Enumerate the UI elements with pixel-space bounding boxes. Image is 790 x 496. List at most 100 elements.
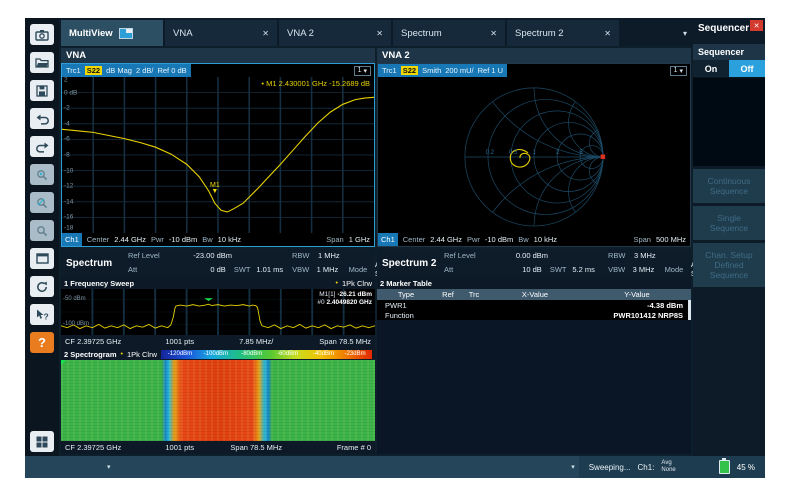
status-cluster: Sweeping... Ch1: Avg None 45 % <box>579 456 765 478</box>
zoom-off-icon[interactable] <box>30 192 54 213</box>
frequency-sweep-bar: 1 Frequency Sweep • 1Pk Clrw <box>61 277 375 289</box>
y-tick: -12 <box>64 183 73 190</box>
smith-axis-label: 1 <box>532 150 535 156</box>
split-window-icon[interactable] <box>30 248 54 269</box>
redo-icon[interactable] <box>30 136 54 157</box>
sequencer-onoff: On Off <box>693 60 765 78</box>
y-tick: -10 <box>64 167 73 174</box>
zoom-select-icon[interactable] <box>30 164 54 185</box>
trace-format: dB Mag <box>106 66 132 75</box>
caret-down-icon: ▾ <box>363 67 367 75</box>
continuous-sequence-button[interactable]: Continuous Sequence <box>693 169 765 203</box>
help-icon[interactable]: ? <box>30 332 54 353</box>
status-caret-icon[interactable]: ▾ <box>567 463 579 471</box>
sequencer-off-button[interactable]: Off <box>729 60 765 77</box>
y-tick: -100 dBm <box>63 321 89 327</box>
y-tick: -16 <box>64 214 73 221</box>
spectrum-title: Spectrum <box>61 249 128 277</box>
channel-chip[interactable]: Ch1 <box>378 233 398 246</box>
save-icon[interactable] <box>30 80 54 101</box>
vna-plot[interactable]: 2 0 dB -2 -4 -6 -8 -10 -12 -14 -16 -18 • <box>62 77 374 233</box>
y-tick: 0 dB <box>64 89 77 96</box>
close-tab-icon[interactable]: ✕ <box>252 29 269 38</box>
vna2-window[interactable]: VNA 2 Trc1 S22 Smith 200 mU/ Ref 1 U 1 <box>377 48 691 247</box>
marker-table: Type Ref Trc X-Value Y-Value PWR1 -4.38 … <box>377 289 691 320</box>
status-bar: ▾ ▾ Sweeping... Ch1: Avg None 45 % <box>25 456 765 478</box>
y-tick: 2 <box>64 77 68 84</box>
trace-ref: Ref 1 U <box>478 66 503 75</box>
vna-channel-bar[interactable]: Ch1 Center 2.44 GHz Pwr -10 dBm Bw 10 kH… <box>62 233 374 246</box>
tab-label: VNA 2 <box>287 28 314 39</box>
y-tick: -50 dBm <box>63 296 86 302</box>
channel-chip[interactable]: Ch1 <box>62 233 82 246</box>
tab-label: VNA <box>173 28 193 39</box>
spectrum-window[interactable]: Spectrum Ref Level -23.00 dBm RBW 1 MHz … <box>61 249 375 454</box>
spectrum2-window[interactable]: Spectrum 2 Ref Level 0.00 dBm RBW 3 MHz … <box>377 249 691 454</box>
multiview-grid: VNA Trc1 S22 dB Mag 2 dB/ Ref 0 dB 1 <box>59 46 693 456</box>
close-panel-icon[interactable]: ✕ <box>750 20 763 31</box>
marker-table-row[interactable]: PWR1 -4.38 dBm <box>377 300 691 310</box>
trace-scale: 200 mU/ <box>445 66 473 75</box>
battery-icon <box>719 460 730 474</box>
close-tab-icon[interactable]: ✕ <box>480 29 497 38</box>
multiview-split-icon <box>119 28 133 39</box>
vna-trace-bar[interactable]: Trc1 S22 dB Mag 2 dB/ Ref 0 dB 1 ▾ <box>62 64 374 77</box>
undo-icon[interactable] <box>30 108 54 129</box>
windows-start-icon[interactable] <box>30 431 54 452</box>
close-tab-icon[interactable]: ✕ <box>594 29 611 38</box>
window-select[interactable]: 1 ▾ <box>354 66 371 76</box>
tab-spectrum[interactable]: Spectrum ✕ <box>393 20 505 46</box>
zoom-icon[interactable] <box>30 220 54 241</box>
spectrogram-frame-marker <box>61 360 66 365</box>
tab-spectrum2[interactable]: Spectrum 2 ✕ <box>507 20 619 46</box>
marker-table-bar: 2 Marker Table <box>377 277 691 289</box>
sweep-marker-triangle <box>204 298 213 301</box>
refresh-icon[interactable] <box>30 276 54 297</box>
context-help-cursor-icon[interactable]: ? <box>30 304 54 325</box>
open-folder-icon[interactable] <box>30 52 54 73</box>
sweep-status: Sweeping... <box>589 463 631 472</box>
tab-vna2[interactable]: VNA 2 ✕ <box>279 20 391 46</box>
trace-name: Trc1 <box>66 66 81 75</box>
close-tab-icon[interactable]: ✕ <box>366 29 383 38</box>
channel-defined-sequence-button[interactable]: Chan. Setup Defined Sequence <box>693 243 765 287</box>
screenshot-camera-icon[interactable] <box>30 24 54 45</box>
vna2-channel-bar[interactable]: Ch1 Center 2.44 GHz Pwr -10 dBm Bw 10 kH… <box>378 233 690 246</box>
trace-format: Smith <box>422 66 441 75</box>
single-sequence-button[interactable]: Single Sequence <box>693 206 765 240</box>
marker-m1[interactable]: M1 ▼ <box>210 183 220 195</box>
spectrum-header: Spectrum Ref Level -23.00 dBm RBW 1 MHz … <box>61 249 375 277</box>
marker-triangle-icon: ▼ <box>211 188 218 195</box>
frequency-sweep-plot[interactable]: -50 dBm -100 dBm M1[1] -26.21 dBm #0 2.4… <box>61 289 375 335</box>
spectrogram[interactable] <box>61 360 375 441</box>
y-tick: -2 <box>64 105 70 112</box>
toolbar: ? ? <box>25 18 59 456</box>
tab-overflow-caret-icon[interactable]: ▾ <box>679 29 691 38</box>
spectrogram-footer: CF 2.39725 GHz 1001 pts Span 78.5 MHz Fr… <box>61 441 375 454</box>
s-parameter-chip: S22 <box>401 66 418 75</box>
vna-window[interactable]: VNA Trc1 S22 dB Mag 2 dB/ Ref 0 dB 1 <box>61 48 375 247</box>
spectrum2-header: Spectrum 2 Ref Level 0.00 dBm RBW 3 MHz … <box>377 249 691 277</box>
spectrogram-bar: 2 Spectrogram • 1Pk Clrw -120dBm -100dBm… <box>61 348 375 360</box>
tab-multiview[interactable]: MultiView <box>61 20 163 46</box>
page: ? ? MultiView VNA ✕ VNA 2 ✕ Spect <box>0 0 790 496</box>
channel-status: Ch1: <box>638 463 655 472</box>
window-select[interactable]: 1 ▾ <box>670 66 687 76</box>
spectrum2-empty-area <box>377 320 691 454</box>
tab-vna[interactable]: VNA ✕ <box>165 20 277 46</box>
smith-chart[interactable]: 0.2 0.5 1 2 5 <box>378 77 690 233</box>
channel-tab-bar: MultiView VNA ✕ VNA 2 ✕ Spectrum ✕ Spect… <box>59 18 693 46</box>
y-tick: -14 <box>64 198 73 205</box>
smith-axis-label: 5 <box>579 150 582 156</box>
vna2-trace-bar[interactable]: Trc1 S22 Smith 200 mU/ Ref 1 U 1 ▾ <box>378 64 690 77</box>
instrument-screen: ? ? MultiView VNA ✕ VNA 2 ✕ Spect <box>25 18 765 478</box>
tab-label: MultiView <box>69 28 113 39</box>
sequencer-on-button[interactable]: On <box>693 60 729 77</box>
smith-marker <box>601 155 605 159</box>
marker-table-scrollbar[interactable] <box>688 300 691 320</box>
y-tick: -4 <box>64 120 70 127</box>
marker-table-header: Type Ref Trc X-Value Y-Value <box>377 289 691 300</box>
status-caret-icon[interactable]: ▾ <box>103 463 115 471</box>
trace-name: Trc1 <box>382 66 397 75</box>
marker-table-row[interactable]: Function PWR101412 NRP8S <box>377 310 691 320</box>
